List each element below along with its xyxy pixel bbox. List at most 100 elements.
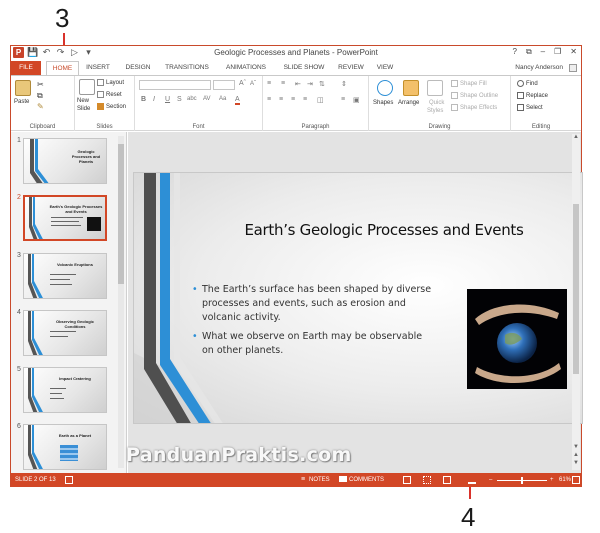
slide-thumbnail-2[interactable]: Earth's Geologic Processes and Events [23,195,107,241]
quick-styles-icon[interactable] [427,80,443,96]
align-center-icon[interactable]: ≡ [279,96,283,103]
ribbon-display-options-icon[interactable]: ⧉ [526,47,532,57]
arrange-icon[interactable] [403,80,419,96]
shape-fill-button[interactable]: Shape Fill [451,80,487,87]
hands-holding-earth-photo[interactable] [467,289,567,389]
next-slide-icon[interactable]: ▼ [572,460,580,466]
smartart-icon[interactable]: ▣ [353,96,360,104]
current-slide[interactable]: Earth’s Geologic Processes and Events • T… [133,172,583,424]
shape-effects-button[interactable]: Shape Effects [451,104,497,111]
line-spacing-icon[interactable]: ⇅ [319,80,325,88]
quick-styles-button-line1[interactable]: Quick [429,100,444,106]
slide-scrollbar[interactable]: ▲ ▼ ▲ ▼ [572,134,580,470]
tab-file[interactable]: FILE [11,61,41,75]
tab-view[interactable]: VIEW [371,61,399,75]
new-slide-button-line2[interactable]: Slide [77,106,90,112]
slide-bullet-list[interactable]: • The Earth’s surface has been shaped by … [192,283,432,363]
cut-icon[interactable]: ✂ [37,80,44,89]
editing-group: Find Replace Select Editing [511,76,571,131]
slide-thumbnail-1[interactable]: Geologic Processes and Planets [23,138,107,184]
zoom-level[interactable]: 61% [559,473,571,487]
find-button[interactable]: Find [517,80,538,87]
decrease-indent-icon[interactable]: ⇤ [295,80,301,88]
slide-thumbnail-4[interactable]: Observing Geologic Conditions [23,310,107,356]
thumbnail-scroll-thumb[interactable] [118,144,124,284]
notes-icon[interactable]: ≡ [301,476,309,484]
columns-icon[interactable]: ◫ [317,96,324,104]
zoom-in-button[interactable]: + [550,473,554,487]
new-slide-button-line1[interactable]: New [77,98,89,104]
shrink-font-icon[interactable]: Aˇ [250,81,256,87]
scroll-down-arrow-icon[interactable]: ▼ [572,444,580,450]
slide-thumbnail-5[interactable]: Impact Cratering [23,367,107,413]
user-avatar[interactable] [569,64,577,72]
align-text-icon[interactable]: ≡ [341,96,345,103]
quick-styles-button-line2[interactable]: Styles [427,108,443,114]
tab-slide-show[interactable]: SLIDE SHOW [279,61,329,75]
reset-button[interactable]: Reset [97,91,122,98]
section-button[interactable]: Section [97,103,126,110]
notes-button[interactable]: NOTES [309,473,330,487]
previous-slide-icon[interactable]: ▲ [572,452,580,458]
shapes-button[interactable]: Shapes [373,100,393,106]
bold-button[interactable]: B [141,96,146,103]
change-case-button[interactable]: Aa [219,96,226,102]
align-right-icon[interactable]: ≡ [291,96,295,103]
underline-button[interactable]: U [165,96,170,103]
zoom-slider-thumb[interactable] [521,477,524,484]
italic-button[interactable]: I [153,96,155,103]
thumbnail-title: Earth as a Planet [58,433,92,438]
select-button[interactable]: Select [517,104,543,111]
text-shadow-button[interactable]: abc [187,96,197,102]
thumbnail-scrollbar[interactable] [118,136,124,468]
slide-show-view-icon[interactable] [468,476,476,484]
tab-transitions[interactable]: TRANSITIONS [161,61,213,75]
numbering-icon[interactable]: ≡ [281,80,285,87]
font-size-box[interactable] [213,80,235,90]
tab-design[interactable]: DESIGN [121,61,155,75]
shape-outline-button[interactable]: Shape Outline [451,92,498,99]
thumbnail-bullet-line [50,331,76,332]
slide-sorter-view-icon[interactable] [423,476,431,484]
restore-button[interactable]: ❐ [554,47,561,57]
paste-icon[interactable] [15,80,31,96]
normal-view-icon[interactable] [403,476,411,484]
scroll-up-arrow-icon[interactable]: ▲ [572,134,580,140]
tab-home[interactable]: HOME [46,61,79,76]
bullets-icon[interactable]: ≡ [267,80,271,87]
fit-slide-to-window-icon[interactable] [572,476,580,484]
help-icon[interactable]: ? [513,47,517,57]
format-painter-icon[interactable]: ✎ [37,102,44,111]
comments-icon[interactable] [339,476,347,482]
character-spacing-button[interactable]: AV [203,96,211,102]
user-name[interactable]: Nancy Anderson [515,61,563,75]
font-color-button[interactable]: A [235,96,240,105]
copy-icon[interactable]: ⧉ [37,91,43,101]
zoom-out-button[interactable]: – [489,473,492,487]
grow-font-icon[interactable]: Aˆ [239,80,246,87]
arrange-button[interactable]: Arrange [398,100,419,106]
justify-icon[interactable]: ≡ [303,96,307,103]
slide-scroll-thumb[interactable] [573,204,579,374]
text-direction-icon[interactable]: ⇕ [341,80,347,88]
paste-button[interactable]: Paste [14,99,29,105]
tab-animations[interactable]: ANIMATIONS [221,61,271,75]
shapes-icon[interactable] [377,80,393,96]
new-slide-icon[interactable] [79,79,95,95]
close-button[interactable]: ✕ [570,47,577,57]
slide-thumbnail-3[interactable]: Volcanic Eruptions [23,253,107,299]
increase-indent-icon[interactable]: ⇥ [307,80,313,88]
align-left-icon[interactable]: ≡ [267,96,271,103]
reading-view-icon[interactable] [443,476,451,484]
spelling-check-icon[interactable] [65,476,73,484]
replace-button[interactable]: Replace [517,92,548,99]
layout-button[interactable]: Layout [97,79,124,86]
strikethrough-button[interactable]: S [177,96,182,103]
comments-button[interactable]: COMMENTS [349,473,384,487]
minimize-button[interactable]: – [541,47,545,57]
slide-thumbnail-6[interactable]: Earth as a Planet [23,424,107,470]
tab-review[interactable]: REVIEW [335,61,367,75]
font-name-box[interactable] [139,80,211,90]
tab-insert[interactable]: INSERT [83,61,113,75]
slide-title[interactable]: Earth’s Geologic Processes and Events [214,221,554,239]
